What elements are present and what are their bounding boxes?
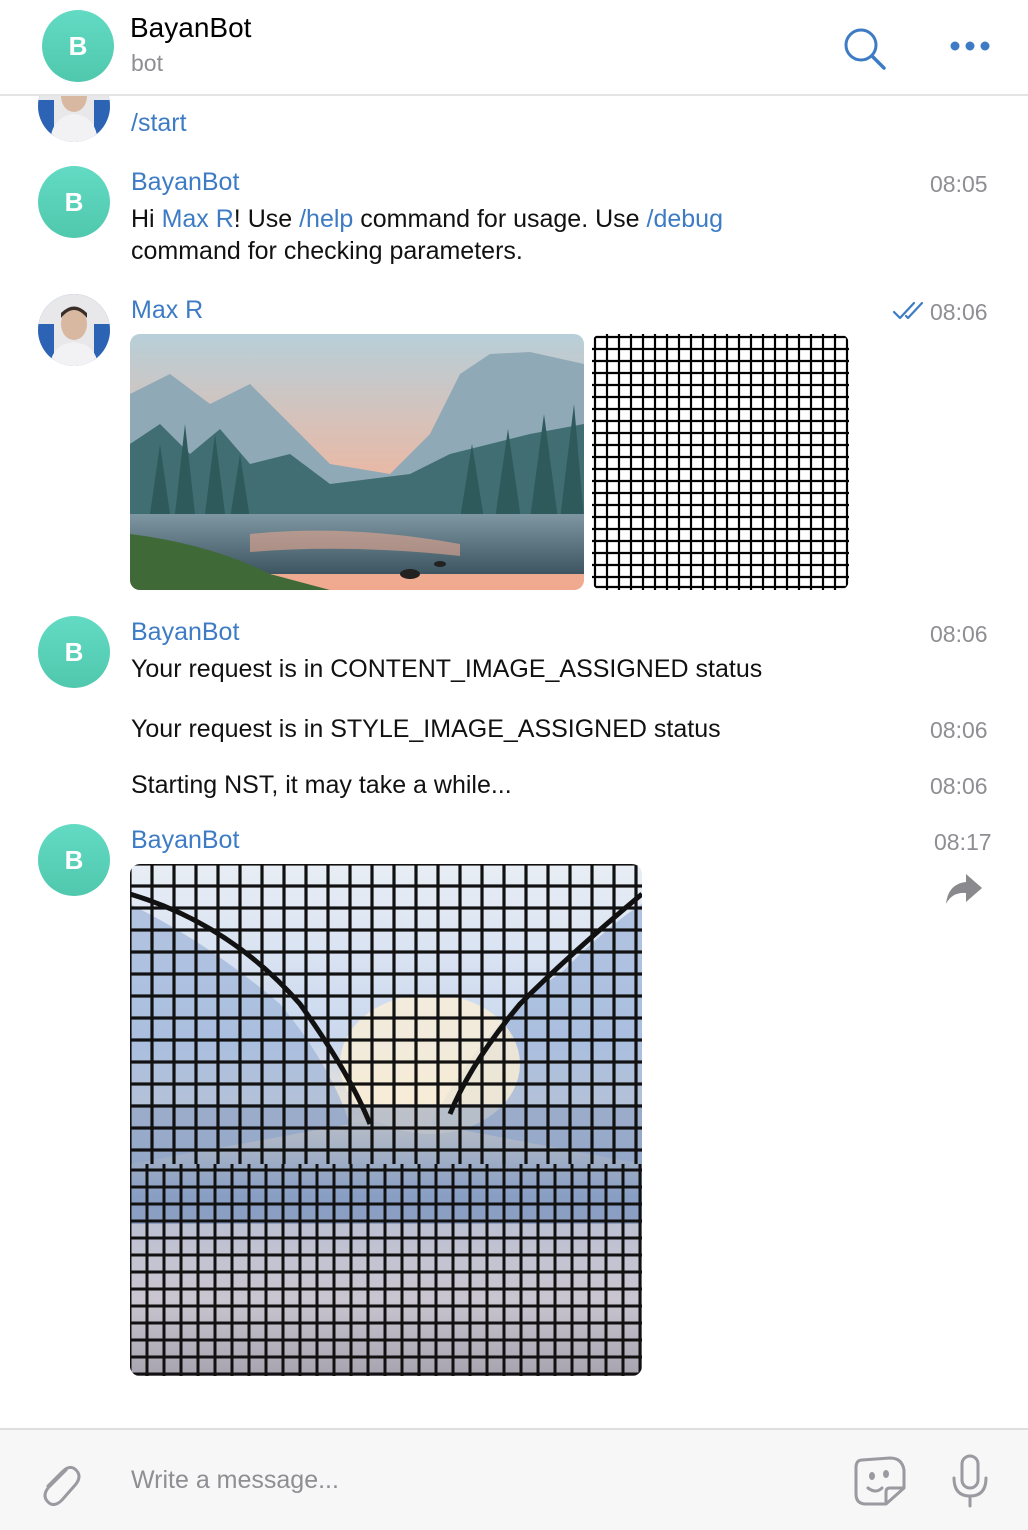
text-fragment: ! Use <box>233 205 300 233</box>
text-fragment: command for usage. Use <box>353 205 647 233</box>
message-text[interactable]: Your request is in CONTENT_IMAGE_ASSIGNE… <box>131 653 762 685</box>
message-composer: Write a message... <box>0 1428 1028 1530</box>
message-time: 08:06 <box>930 621 988 647</box>
text-fragment: Hi <box>131 205 162 233</box>
forward-icon[interactable] <box>944 872 984 906</box>
mention-link[interactable]: Max R <box>162 205 234 233</box>
message-time: 08:06 <box>930 773 988 799</box>
chat-header: B BayanBot bot <box>0 0 1028 96</box>
message-time: 08:06 <box>930 299 988 325</box>
result-image[interactable] <box>130 864 642 1376</box>
help-command-link[interactable]: /help <box>299 205 353 233</box>
bot-avatar[interactable]: B <box>42 10 114 82</box>
text-fragment: command for checking parameters. <box>131 237 523 265</box>
message-time: 08:17 <box>934 829 992 855</box>
message-input[interactable]: Write a message... <box>131 1466 339 1495</box>
user-avatar[interactable] <box>38 294 110 366</box>
content-image[interactable] <box>130 334 584 590</box>
bot-avatar[interactable]: B <box>38 166 110 238</box>
message-sender[interactable]: BayanBot <box>131 618 239 647</box>
message-time: 08:06 <box>930 717 988 743</box>
style-image[interactable] <box>592 334 849 590</box>
paperclip-icon[interactable] <box>36 1458 82 1508</box>
message-text[interactable]: Hi Max R! Use /help command for usage. U… <box>131 203 831 267</box>
double-check-icon <box>892 301 924 320</box>
microphone-icon[interactable] <box>950 1454 990 1508</box>
command-link[interactable]: /start <box>131 109 187 137</box>
message-time: 08:05 <box>930 171 988 197</box>
message-text[interactable]: /start <box>131 107 187 139</box>
bot-avatar[interactable]: B <box>38 824 110 896</box>
more-dots-icon[interactable] <box>946 28 994 64</box>
sticker-icon[interactable] <box>852 1454 908 1508</box>
chat-subtitle: bot <box>131 50 163 76</box>
bot-avatar[interactable]: B <box>38 616 110 688</box>
debug-command-link[interactable]: /debug <box>647 205 723 233</box>
chat-title[interactable]: BayanBot <box>130 12 251 44</box>
message-sender[interactable]: BayanBot <box>131 826 239 855</box>
message-text[interactable]: Starting NST, it may take a while... <box>131 769 512 801</box>
search-icon[interactable] <box>840 24 888 72</box>
message-sender[interactable]: Max R <box>131 296 203 325</box>
message-sender[interactable]: BayanBot <box>131 168 239 197</box>
message-text[interactable]: Your request is in STYLE_IMAGE_ASSIGNED … <box>131 713 721 745</box>
